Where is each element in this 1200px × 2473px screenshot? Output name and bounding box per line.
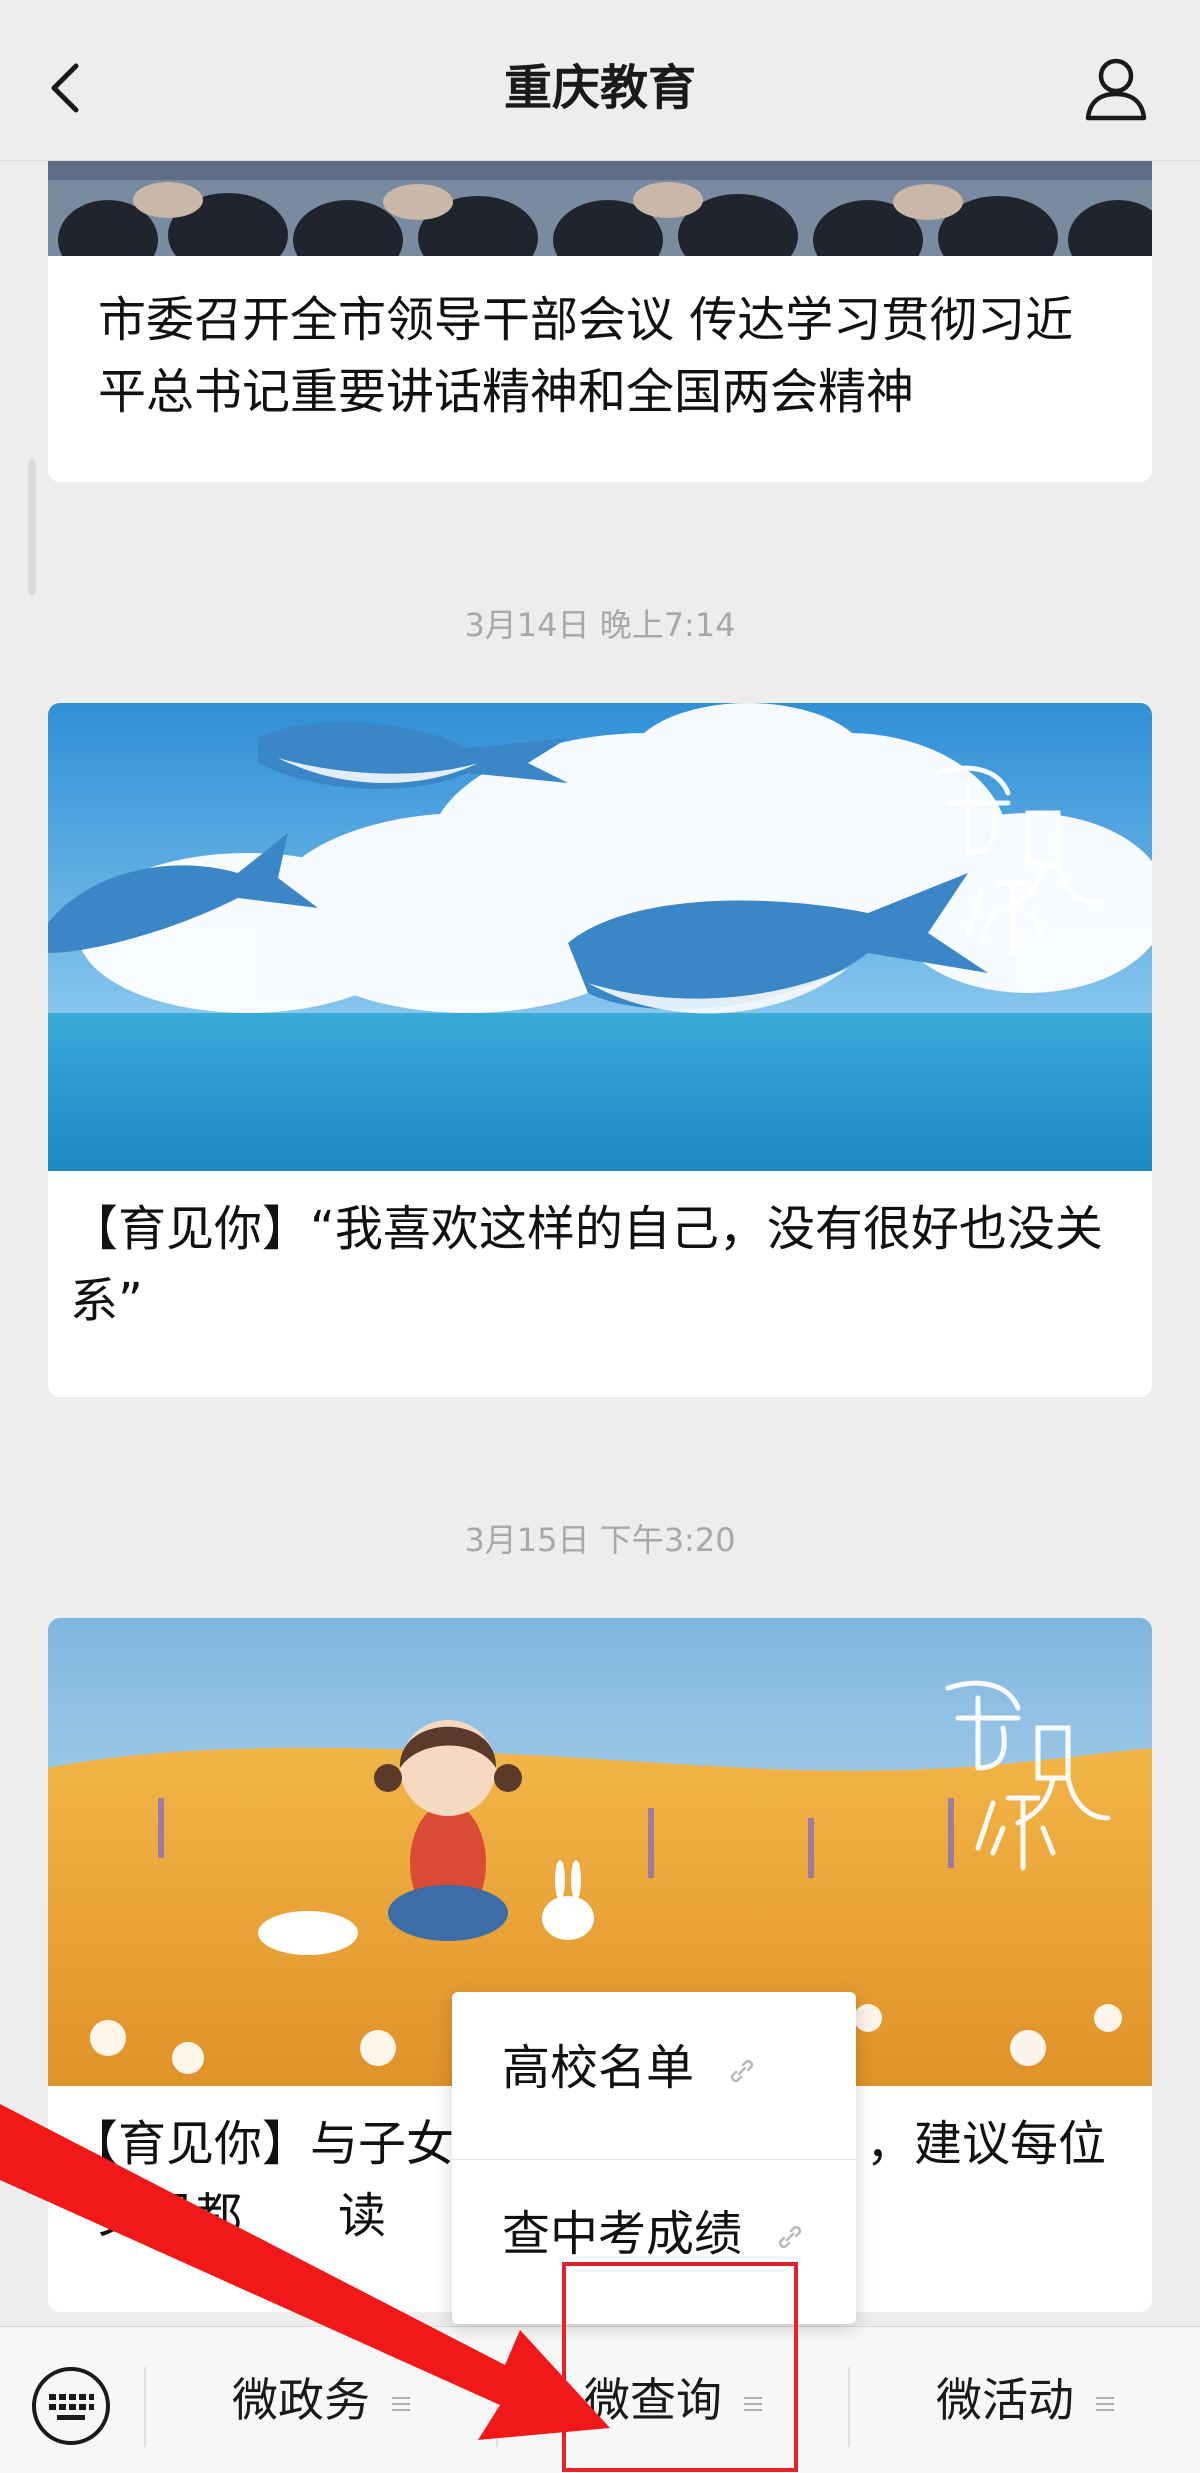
red-arrow-annotation [0,2104,610,2440]
